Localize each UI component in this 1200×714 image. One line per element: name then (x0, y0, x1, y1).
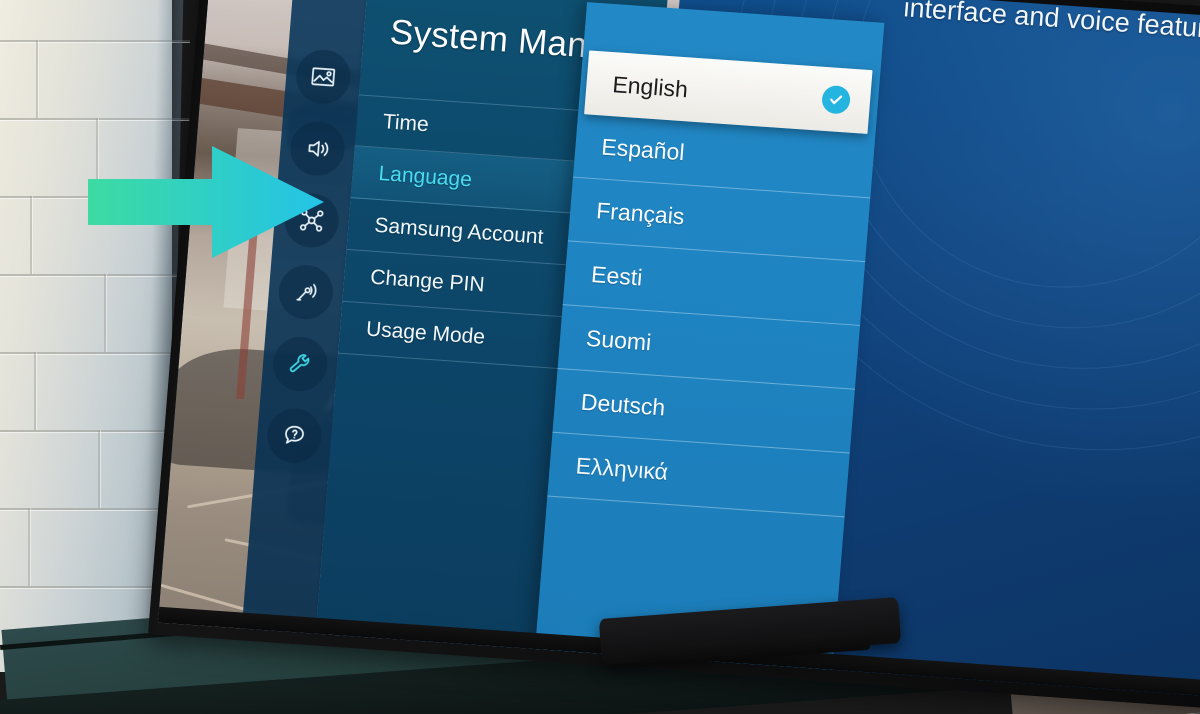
sidebar-item-support[interactable] (265, 406, 324, 465)
language-option-label: English (611, 70, 689, 102)
wrench-icon (286, 350, 314, 378)
language-option-label: Français (595, 197, 686, 230)
language-option-list: English Español Français Eesti Suomi Deu… (547, 50, 880, 518)
television: AN A language used interface and voice f… (148, 0, 1200, 711)
arrow-right-icon (88, 146, 324, 258)
language-option-label: Deutsch (579, 388, 667, 421)
sidebar-item-picture[interactable] (294, 48, 353, 106)
sidebar-item-broadcast[interactable] (276, 263, 336, 321)
tv-screen: AN A language used interface and voice f… (157, 0, 1200, 699)
sidebar-item-system[interactable] (271, 335, 330, 393)
language-option-label: Español (600, 133, 686, 166)
language-option-label: Ελληνικά (574, 452, 669, 485)
menu-item-label: Time (381, 110, 430, 137)
photo-scene: AN A language used interface and voice f… (0, 0, 1200, 714)
language-option-label: Suomi (585, 324, 653, 356)
menu-item-label: Language (377, 161, 473, 191)
language-flyout: English Español Français Eesti Suomi Deu… (534, 2, 885, 681)
broadcast-icon (292, 278, 320, 306)
menu-item-label: Samsung Account (373, 213, 545, 249)
language-option-label: Eesti (590, 261, 644, 291)
menu-item-label: Usage Mode (365, 317, 486, 349)
menu-item-label: Change PIN (369, 265, 486, 297)
check-circle-icon (820, 84, 852, 115)
help-icon (280, 422, 308, 450)
picture-icon (309, 63, 337, 91)
